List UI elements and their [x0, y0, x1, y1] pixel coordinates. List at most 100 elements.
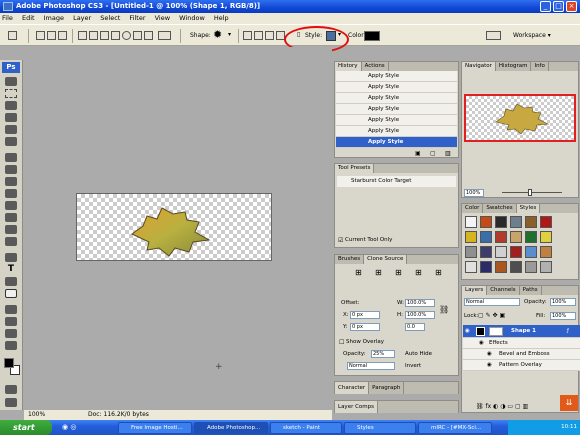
- tab-character[interactable]: Character: [335, 382, 370, 394]
- tab-channels[interactable]: Channels: [487, 286, 520, 295]
- task-button[interactable]: mIRC - [#MX-Sci...: [418, 422, 492, 434]
- layer-name[interactable]: Shape 1: [511, 325, 536, 338]
- crop-tool-icon[interactable]: [5, 125, 17, 134]
- hand-tool-icon[interactable]: [5, 329, 17, 338]
- screen-mode-icon[interactable]: [5, 398, 17, 407]
- effects-row[interactable]: ◉ Effects: [463, 338, 580, 349]
- path-selection-icon[interactable]: [5, 277, 17, 286]
- new-snapshot-icon[interactable]: ▣: [415, 150, 421, 157]
- style-swatch[interactable]: [495, 261, 507, 273]
- pen-tool-icon[interactable]: [78, 31, 87, 40]
- clone-source-icon[interactable]: ⊞: [435, 268, 442, 277]
- tool-preset-icon[interactable]: [8, 31, 17, 40]
- blur-tool-icon[interactable]: [5, 225, 17, 234]
- magic-wand-icon[interactable]: [5, 113, 17, 122]
- tab-info[interactable]: Info: [531, 62, 549, 71]
- history-row[interactable]: Apply Style: [336, 115, 457, 126]
- style-swatch[interactable]: [465, 246, 477, 258]
- navigator-zoom-field[interactable]: 100%: [464, 189, 484, 197]
- effect-row[interactable]: ◉ Pattern Overlay: [463, 360, 580, 371]
- tab-styles[interactable]: Styles: [516, 204, 541, 213]
- eyedropper-icon[interactable]: [5, 317, 17, 326]
- task-button[interactable]: Free Image Hosti...: [118, 422, 192, 434]
- style-swatch[interactable]: [525, 261, 537, 273]
- eye-icon[interactable]: ◉: [487, 360, 492, 371]
- freeform-pen-icon[interactable]: [89, 31, 98, 40]
- y-offset-field[interactable]: 0 px: [350, 323, 380, 331]
- navigator-preview[interactable]: [464, 94, 576, 142]
- move-tool-icon[interactable]: [5, 77, 17, 86]
- clone-stamp-icon[interactable]: [5, 177, 17, 186]
- clone-source-icon[interactable]: ⊞: [395, 268, 402, 277]
- style-swatch[interactable]: [510, 246, 522, 258]
- history-brush-icon[interactable]: [5, 189, 17, 198]
- tab-actions[interactable]: Actions: [362, 62, 389, 71]
- menu-filter[interactable]: Filter: [129, 14, 145, 22]
- start-button[interactable]: start: [0, 420, 52, 435]
- notes-tool-icon[interactable]: [5, 305, 17, 314]
- rounded-rectangle-icon[interactable]: [111, 31, 120, 40]
- history-row[interactable]: Apply Style: [336, 126, 457, 137]
- tab-histogram[interactable]: Histogram: [496, 62, 532, 71]
- style-swatch[interactable]: [480, 261, 492, 273]
- height-scale-field[interactable]: 100.0%: [405, 311, 435, 319]
- menu-window[interactable]: Window: [179, 14, 205, 22]
- tab-paragraph[interactable]: Paragraph: [369, 382, 405, 394]
- history-row[interactable]: Apply Style: [336, 82, 457, 93]
- gradient-tool-icon[interactable]: [5, 213, 17, 222]
- style-swatch[interactable]: [525, 246, 537, 258]
- palette-well-icon[interactable]: [486, 31, 501, 40]
- style-swatch[interactable]: [495, 246, 507, 258]
- quick-mask-icon[interactable]: [5, 385, 17, 394]
- ellipse-icon[interactable]: [122, 31, 131, 40]
- eye-icon[interactable]: ◉: [479, 338, 484, 349]
- style-swatch[interactable]: [480, 246, 492, 258]
- menu-file[interactable]: File: [2, 14, 13, 22]
- lock-icon[interactable]: ▢ ✎ ✥ ▣: [478, 312, 505, 319]
- style-swatch[interactable]: [525, 231, 537, 243]
- eraser-tool-icon[interactable]: [5, 201, 17, 210]
- dodge-tool-icon[interactable]: [5, 237, 17, 246]
- style-swatch[interactable]: [480, 231, 492, 243]
- slice-tool-icon[interactable]: [5, 137, 17, 146]
- chevron-down-icon[interactable]: ▾: [228, 31, 231, 38]
- style-swatch[interactable]: [510, 261, 522, 273]
- custom-shape-tool-icon[interactable]: [5, 289, 17, 298]
- document-canvas[interactable]: [76, 193, 272, 261]
- style-swatch[interactable]: [480, 216, 492, 228]
- collapse-arrow-icon[interactable]: ⇊: [560, 395, 578, 411]
- menu-image[interactable]: Image: [44, 14, 64, 22]
- lasso-tool-icon[interactable]: [5, 101, 17, 110]
- menu-help[interactable]: Help: [214, 14, 229, 22]
- tab-layer-comps[interactable]: Layer Comps: [335, 401, 379, 413]
- style-swatch[interactable]: [510, 231, 522, 243]
- style-swatch[interactable]: [465, 231, 477, 243]
- effect-row[interactable]: ◉ Bevel and Emboss: [463, 349, 580, 360]
- style-swatch[interactable]: [540, 246, 552, 258]
- starburst-shape-icon[interactable]: ✹: [213, 28, 222, 41]
- layer-blend-select[interactable]: Normal: [464, 298, 520, 306]
- current-tool-only-checkbox[interactable]: ☑: [338, 237, 343, 244]
- quick-launch-icon[interactable]: ◉ ◎: [62, 423, 76, 431]
- style-swatch[interactable]: [495, 231, 507, 243]
- tab-clone-source[interactable]: Clone Source: [364, 255, 408, 264]
- marquee-tool-icon[interactable]: [5, 89, 17, 98]
- zoom-tool-icon[interactable]: [5, 341, 17, 350]
- trash-icon[interactable]: ▥: [445, 150, 451, 157]
- zoom-readout[interactable]: 100%: [28, 410, 45, 420]
- tab-tool-presets[interactable]: Tool Presets: [335, 164, 375, 173]
- task-button-active[interactable]: Adobe Photoshop...: [194, 422, 268, 434]
- style-swatch[interactable]: [465, 216, 477, 228]
- tab-color[interactable]: Color: [462, 204, 484, 213]
- menu-select[interactable]: Select: [100, 14, 120, 22]
- custom-shape-icon[interactable]: [158, 31, 171, 40]
- show-overlay-checkbox[interactable]: ☐: [339, 339, 344, 346]
- workspace-button[interactable]: Workspace ▾: [513, 32, 551, 39]
- style-swatch[interactable]: [495, 216, 507, 228]
- maximize-button[interactable]: □: [553, 1, 564, 12]
- eye-icon[interactable]: ◉: [487, 349, 492, 360]
- menu-view[interactable]: View: [155, 14, 170, 22]
- healing-brush-icon[interactable]: [5, 153, 17, 162]
- starburst-shape[interactable]: [77, 194, 273, 262]
- style-swatch[interactable]: [510, 216, 522, 228]
